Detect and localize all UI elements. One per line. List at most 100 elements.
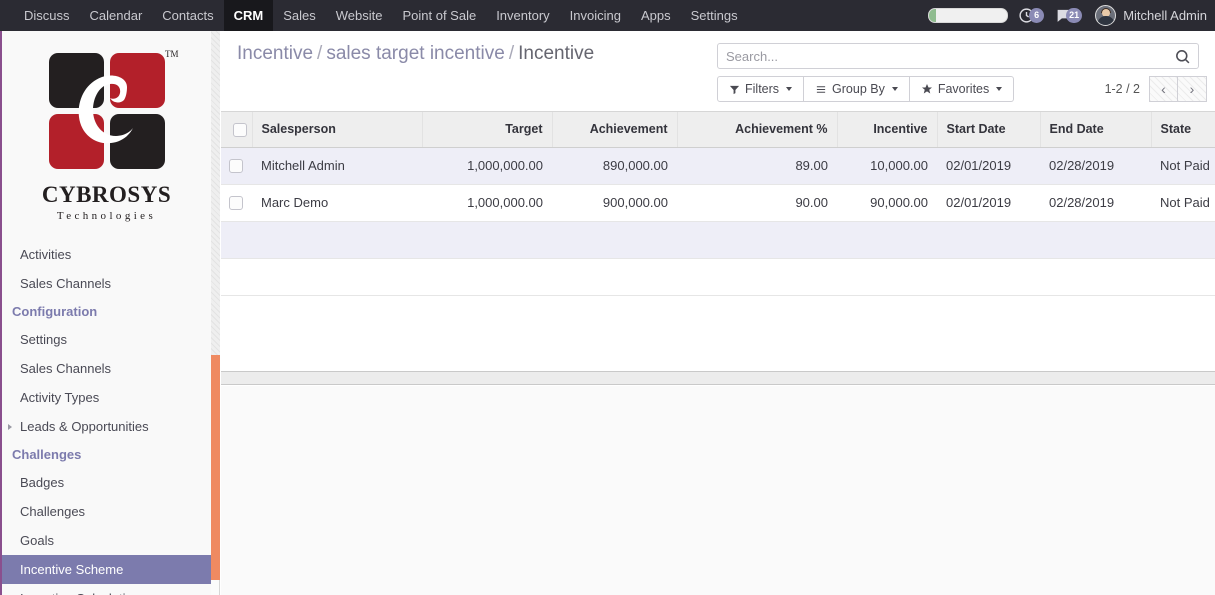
user-menu[interactable]: Mitchell Admin: [1095, 5, 1207, 26]
search-box[interactable]: [717, 43, 1199, 69]
app-menu-item-point-of-sale[interactable]: Point of Sale: [392, 0, 486, 31]
app-menu-item-discuss[interactable]: Discuss: [14, 0, 80, 31]
app-menu-item-calendar[interactable]: Calendar: [80, 0, 153, 31]
sidebar-item-label: Incentive Calculation: [20, 591, 140, 595]
star-icon: [921, 84, 932, 94]
filters-button[interactable]: Filters: [717, 76, 805, 102]
filter-icon: [729, 85, 740, 94]
favorites-button[interactable]: Favorites: [909, 76, 1015, 102]
cell-incentive: 90,000.00: [837, 184, 937, 222]
cell-achievement-pct: 90.00: [677, 184, 837, 222]
column-header-salesperson[interactable]: Salesperson: [252, 112, 423, 148]
cell-achievement: 900,000.00: [552, 184, 677, 222]
app-menu-item-crm[interactable]: CRM: [223, 0, 274, 31]
sidebar-menu: Activities Sales Channels Configuration Set…: [2, 240, 211, 595]
sidebar-item-label: Activities: [20, 247, 72, 262]
breadcrumb-item-1[interactable]: sales target incentive: [326, 43, 505, 64]
column-header-start-date[interactable]: Start Date: [937, 112, 1041, 148]
sidebar-item-label: Settings: [20, 332, 67, 347]
logo-letter-e-icon: [78, 75, 133, 144]
app-menu: Discuss Calendar Contacts CRM Sales Website Po…: [14, 0, 748, 31]
cell-achievement-pct: 89.00: [677, 147, 837, 185]
column-header-incentive[interactable]: Incentive: [837, 112, 938, 148]
app-menu-item-apps[interactable]: Apps: [631, 0, 681, 31]
app-menu-item-contacts[interactable]: Contacts: [152, 0, 223, 31]
sidebar-item-badges[interactable]: Badges: [2, 468, 211, 497]
app-menu-item-invoicing[interactable]: Invoicing: [560, 0, 631, 31]
filler-cell: [677, 221, 837, 259]
pager: 1-2 / 2 ‹ ›: [1105, 76, 1207, 102]
sidebar-item-goals[interactable]: Goals: [2, 526, 211, 555]
row-checkbox[interactable]: [229, 196, 243, 211]
table-filler-row: [221, 221, 1215, 259]
brand-logo: TM CYBROSYS Technologies: [2, 31, 211, 222]
search-icon[interactable]: [1171, 48, 1198, 65]
column-header-target[interactable]: Target: [422, 112, 553, 148]
previous-page-button[interactable]: ‹: [1149, 76, 1178, 102]
breadcrumb: Incentive / sales target incentive / Incenti…: [237, 43, 594, 65]
row-checkbox[interactable]: [229, 159, 243, 174]
filler-cell: [552, 221, 677, 259]
cell-state: Not Paid: [1151, 147, 1215, 185]
cell-target: 1,000,000.00: [422, 147, 552, 185]
pager-buttons: ‹ ›: [1149, 76, 1207, 102]
scrollbar-thumb[interactable]: [211, 355, 220, 580]
column-header-achievement[interactable]: Achievement %: [677, 112, 838, 148]
sidebar-item-incentive-calculation[interactable]: Incentive Calculation: [2, 584, 211, 595]
messages-chat-icon[interactable]: 21: [1055, 7, 1083, 24]
sidebar-item-incentive-scheme[interactable]: Incentive Scheme: [2, 555, 211, 584]
table-row[interactable]: Marc Demo 1,000,000.00 900,000.00 90.00 90,0…: [221, 184, 1215, 222]
app-menu-item-inventory[interactable]: Inventory: [486, 0, 559, 31]
app-menu-item-website[interactable]: Website: [326, 0, 393, 31]
table-header: Salesperson Target Achievement Achievement …: [221, 112, 1215, 148]
breadcrumb-item-0[interactable]: Incentive: [237, 43, 313, 64]
filler-cell: [1040, 221, 1151, 259]
filler-cell: [221, 258, 252, 296]
filler-cell: [422, 221, 552, 259]
column-header-end-date[interactable]: End Date: [1040, 112, 1152, 148]
table-filler-row: [221, 258, 1215, 296]
sidebar-item-sales-channels[interactable]: Sales Channels: [2, 269, 211, 298]
user-name-label: Mitchell Admin: [1123, 8, 1207, 23]
sidebar-item-leads-opportunities[interactable]: Leads & Opportunities: [2, 412, 211, 441]
sidebar-item-label: Challenges: [20, 504, 86, 519]
filler-cell: [552, 258, 677, 296]
filler-cell: [1151, 221, 1215, 259]
avatar-body: [1097, 16, 1115, 25]
select-all-header: [221, 112, 253, 148]
search-input[interactable]: [718, 48, 1171, 64]
messages-count-badge: 21: [1066, 8, 1083, 23]
app-menu-item-sales[interactable]: Sales: [273, 0, 326, 31]
groupby-label: Group By: [832, 82, 885, 96]
cell-start-date: 02/01/2019: [937, 147, 1040, 185]
sidebar-item-label: Leads & Opportunities: [20, 419, 149, 434]
sidebar-item-challenges[interactable]: Challenges: [2, 497, 211, 526]
main-content: Incentive / sales target incentive / Incenti…: [221, 31, 1215, 595]
column-header-achievement[interactable]: Achievement: [552, 112, 678, 148]
column-header-state[interactable]: State: [1151, 112, 1215, 148]
groupby-button[interactable]: Group By: [804, 76, 910, 102]
control-panel: Incentive / sales target incentive / Incenti…: [221, 31, 1215, 112]
next-page-button[interactable]: ›: [1178, 76, 1207, 102]
table-row[interactable]: Mitchell Admin 1,000,000.00 890,000.00 89.0…: [221, 147, 1215, 185]
chevron-down-icon: [786, 87, 793, 91]
navbar-right-zone: 6 21 Mitchell Admin: [928, 0, 1215, 31]
cell-state: Not Paid: [1151, 184, 1215, 222]
sidebar-item-activities[interactable]: Activities: [2, 240, 211, 269]
sidebar-section-configuration: Configuration: [2, 298, 211, 325]
sidebar-item-settings[interactable]: Settings: [2, 325, 211, 354]
sidebar-scrollbar[interactable]: [211, 31, 220, 595]
activities-clock-icon[interactable]: 6: [1018, 7, 1045, 24]
app-menu-item-settings[interactable]: Settings: [681, 0, 748, 31]
filler-cell: [937, 221, 1040, 259]
sidebar-item-sales-channels[interactable]: Sales Channels: [2, 354, 211, 383]
filler-cell: [252, 221, 422, 259]
pager-range-label: 1-2 / 2: [1104, 82, 1140, 96]
brand-tagline: Technologies: [56, 210, 157, 222]
brand-name: CYBROSYS: [41, 182, 172, 207]
select-all-checkbox[interactable]: [233, 122, 248, 137]
records-table: Salesperson Target Achievement Achievement …: [221, 112, 1215, 296]
filler-cell: [937, 258, 1040, 296]
list-empty-area: [221, 386, 1215, 595]
sidebar-item-activity-types[interactable]: Activity Types: [2, 383, 211, 412]
